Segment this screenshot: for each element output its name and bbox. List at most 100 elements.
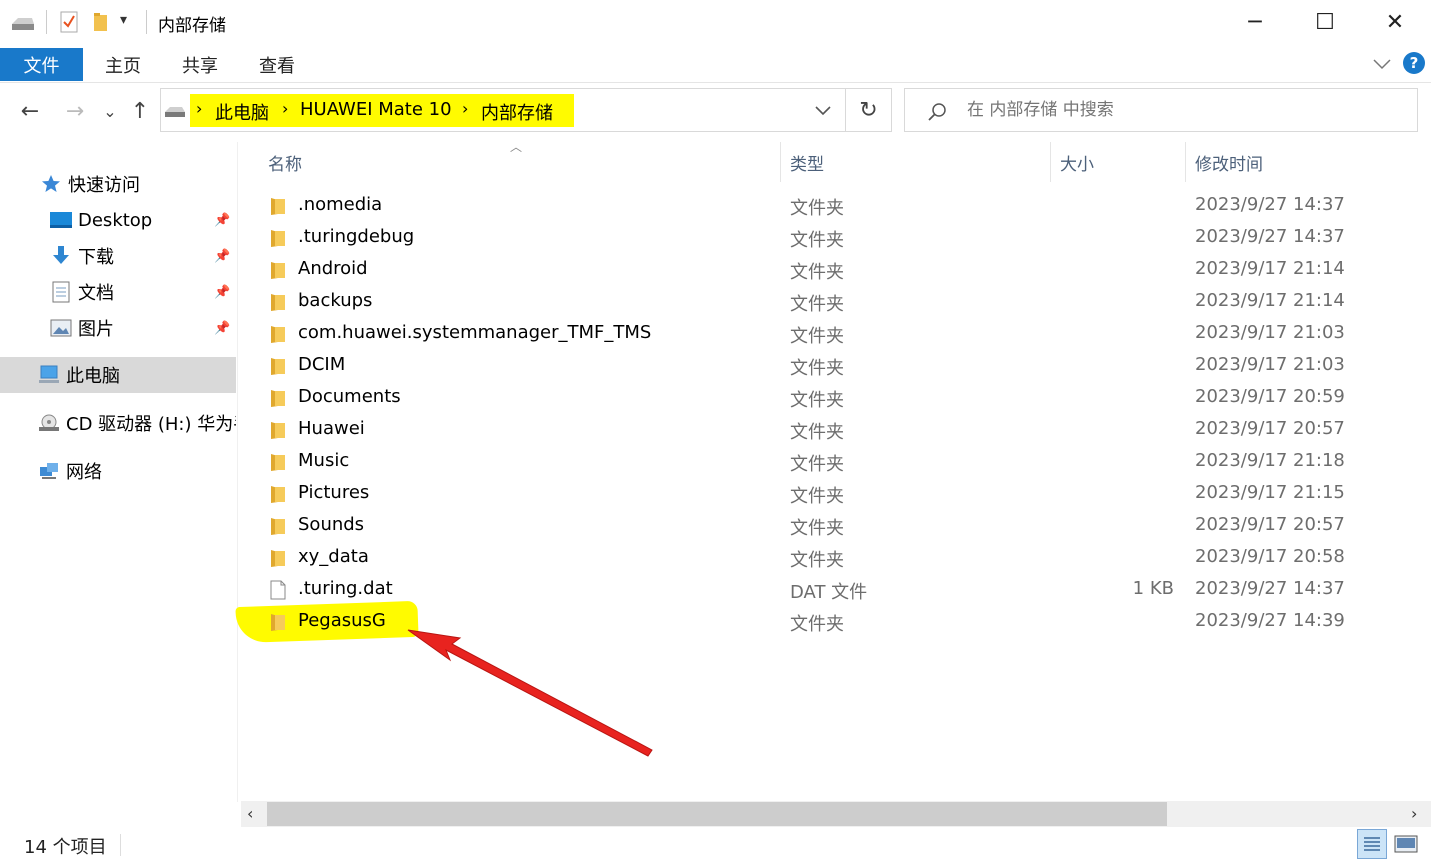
address-dropdown-icon[interactable] (815, 106, 831, 116)
network-icon (38, 460, 60, 482)
ribbon-expand-icon[interactable] (1372, 58, 1392, 70)
search-input[interactable] (965, 99, 1409, 121)
tab-home[interactable]: 主页 (105, 52, 141, 78)
folder-icon (271, 518, 285, 535)
device-icon (165, 107, 185, 117)
sidebar-item-downloads[interactable]: 下载 📌 (0, 238, 236, 274)
sidebar-item-cd-drive[interactable]: CD 驱动器 (H:) 华为手 (0, 405, 236, 441)
sidebar-item-this-pc[interactable]: 此电脑 (0, 357, 236, 393)
window-title: 内部存储 (158, 16, 226, 36)
file-modified: 2023/9/27 14:37 (1195, 194, 1345, 215)
large-icons-view-button[interactable] (1393, 832, 1419, 856)
pictures-icon (50, 317, 72, 339)
file-modified: 2023/9/17 21:15 (1195, 482, 1345, 503)
column-header-name[interactable]: 名称 (268, 150, 302, 175)
sidebar-item-documents[interactable]: 文档 📌 (0, 274, 236, 310)
file-row[interactable]: xy_data 文件夹 2023/9/17 20:58 (262, 542, 1362, 574)
file-row[interactable]: Music 文件夹 2023/9/17 21:18 (262, 446, 1362, 478)
download-icon (50, 245, 72, 267)
computer-icon (38, 364, 60, 386)
folder-icon (271, 326, 285, 343)
file-row[interactable]: Sounds 文件夹 2023/9/17 20:57 (262, 510, 1362, 542)
sidebar-item-label: 图片 (78, 319, 114, 340)
forward-button[interactable]: → (60, 96, 90, 126)
breadcrumb-chevron-icon: › (462, 99, 469, 118)
up-button[interactable]: ↑ (125, 96, 155, 126)
column-header-size[interactable]: 大小 (1060, 150, 1094, 175)
annotation-arrow-icon (407, 629, 653, 757)
file-type: 文件夹 (790, 358, 844, 379)
horizontal-scrollbar[interactable]: ‹ › (241, 801, 1431, 827)
file-row[interactable]: backups 文件夹 2023/9/17 21:14 (262, 286, 1362, 318)
scroll-right-icon[interactable]: › (1411, 804, 1417, 823)
file-row[interactable]: Huawei 文件夹 2023/9/17 20:57 (262, 414, 1362, 446)
file-type: 文件夹 (790, 326, 844, 347)
file-type: 文件夹 (790, 518, 844, 539)
sidebar-item-desktop[interactable]: Desktop 📌 (0, 202, 236, 238)
file-row[interactable]: Pictures 文件夹 2023/9/17 21:15 (262, 478, 1362, 510)
maximize-button[interactable]: ☐ (1290, 0, 1360, 44)
file-type: 文件夹 (790, 550, 844, 571)
help-icon[interactable]: ? (1403, 52, 1425, 74)
file-row[interactable]: Documents 文件夹 2023/9/17 20:59 (262, 382, 1362, 414)
back-button[interactable]: ← (15, 96, 45, 126)
pin-icon[interactable]: 📌 (214, 321, 230, 336)
breadcrumb-chevron-icon: › (282, 99, 289, 118)
sidebar-item-pictures[interactable]: 图片 📌 (0, 310, 236, 346)
scrollbar-thumb[interactable] (267, 802, 1167, 826)
minimize-button[interactable]: ─ (1220, 0, 1290, 44)
pin-icon[interactable]: 📌 (214, 249, 230, 264)
folder-icon (271, 422, 285, 439)
file-modified: 2023/9/17 20:58 (1195, 546, 1345, 567)
file-row[interactable]: .nomedia 文件夹 2023/9/27 14:37 (262, 190, 1362, 222)
file-row[interactable]: .turingdebug 文件夹 2023/9/27 14:37 (262, 222, 1362, 254)
pin-icon[interactable]: 📌 (214, 213, 230, 228)
file-row[interactable]: DCIM 文件夹 2023/9/17 21:03 (262, 350, 1362, 382)
pin-icon[interactable]: 📌 (214, 285, 230, 300)
recent-locations-button[interactable]: ⌄ (95, 96, 125, 126)
column-divider[interactable] (1185, 142, 1186, 182)
pane-divider[interactable] (237, 142, 238, 802)
tab-file[interactable]: 文件 (0, 48, 83, 81)
column-divider[interactable] (780, 142, 781, 182)
close-button[interactable]: ✕ (1360, 0, 1430, 44)
title-bar: ▾ 内部存储 ─ ☐ ✕ (0, 0, 1431, 44)
search-box[interactable] (904, 88, 1418, 132)
breadcrumb-internal-storage[interactable]: 内部存储 (481, 99, 553, 125)
file-icon (270, 580, 286, 600)
file-modified: 2023/9/17 21:03 (1195, 322, 1345, 343)
column-header-modified[interactable]: 修改时间 (1195, 150, 1263, 175)
breadcrumb-this-pc[interactable]: 此电脑 (215, 99, 269, 125)
properties-check-icon[interactable] (60, 11, 78, 33)
file-type: 文件夹 (790, 486, 844, 507)
details-view-button[interactable] (1357, 829, 1387, 859)
scroll-left-icon[interactable]: ‹ (247, 804, 253, 823)
new-folder-icon[interactable] (93, 12, 109, 32)
file-name: Documents (298, 386, 401, 407)
file-name: backups (298, 290, 373, 311)
file-name: .nomedia (298, 194, 383, 215)
cd-drive-icon (38, 412, 60, 434)
breadcrumb-device[interactable]: HUAWEI Mate 10 (300, 99, 452, 120)
column-divider[interactable] (1050, 142, 1051, 182)
sidebar-item-network[interactable]: 网络 (0, 453, 236, 489)
column-header-type[interactable]: 类型 (790, 150, 824, 175)
desktop-icon (50, 209, 72, 231)
file-row[interactable]: .turing.dat DAT 文件 1 KB 2023/9/27 14:37 (262, 574, 1362, 606)
large-icons-view-icon (1394, 835, 1418, 853)
navigation-pane: 快速访问 Desktop 📌 下载 📌 文档 📌 图片 📌 此电脑 CD 驱动器… (0, 142, 236, 802)
sidebar-item-quick-access[interactable]: 快速访问 (0, 166, 236, 202)
file-name: Pictures (298, 482, 370, 503)
file-name: xy_data (298, 546, 369, 567)
details-view-icon (1364, 837, 1380, 851)
sidebar-item-label: 此电脑 (66, 366, 120, 387)
file-row[interactable]: Android 文件夹 2023/9/17 21:14 (262, 254, 1362, 286)
tab-view[interactable]: 查看 (259, 52, 295, 78)
quick-access-dropdown-icon[interactable]: ▾ (120, 12, 127, 28)
refresh-button[interactable]: ↻ (846, 88, 892, 132)
file-modified: 2023/9/27 14:37 (1195, 226, 1345, 247)
tab-share[interactable]: 共享 (182, 52, 218, 78)
folder-icon (271, 230, 285, 247)
file-type: 文件夹 (790, 262, 844, 283)
file-row[interactable]: com.huawei.systemmanager_TMF_TMS 文件夹 2023/… (262, 318, 1362, 350)
